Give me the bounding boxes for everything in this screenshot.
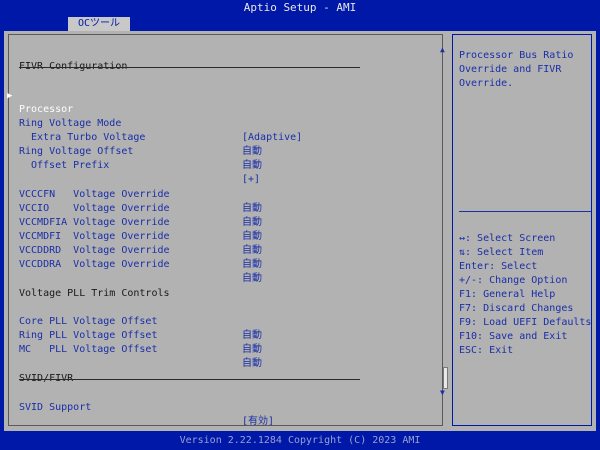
scrollbar[interactable] bbox=[441, 44, 447, 392]
setting-row[interactable]: Ring PLL Voltage Offset 自動 bbox=[9, 315, 349, 355]
key-hint: ESC: Exit bbox=[459, 345, 514, 356]
help-description: Processor Bus Ratio Override and FIVR Ov… bbox=[459, 50, 574, 89]
key-hint: ↔: Select Screen bbox=[459, 233, 556, 244]
setting-row[interactable]: Extra Turbo Voltage 自動 bbox=[9, 117, 349, 157]
section-divider bbox=[19, 67, 360, 68]
setting-row[interactable]: SVID Support [有効] bbox=[9, 387, 349, 427]
setting-row[interactable]: Core PLL Voltage Offset 自動 bbox=[9, 301, 349, 341]
key-hint: ⇅: Select Item bbox=[459, 247, 544, 258]
setting-row[interactable]: MC PLL Voltage Offset 自動 bbox=[9, 329, 349, 369]
setting-row[interactable]: Ring Voltage Mode [Adaptive] bbox=[9, 103, 349, 143]
setting-label: SVID Support bbox=[19, 402, 92, 413]
setting-label: Offset Prefix bbox=[31, 160, 110, 171]
key-hint: +/-: Change Option bbox=[459, 275, 568, 286]
key-hint: F7: Discard Changes bbox=[459, 303, 574, 314]
scrollbar-thumb[interactable] bbox=[443, 367, 448, 389]
setting-row[interactable]: VCCMDFIA Voltage Override 自動 bbox=[9, 202, 349, 242]
setting-value[interactable]: 自動 bbox=[242, 258, 262, 272]
setting-row[interactable]: Ring Voltage Offset 自動 bbox=[9, 131, 349, 171]
setting-row[interactable]: VCCDDRD Voltage Override 自動 bbox=[9, 230, 349, 270]
setting-row[interactable]: VCCIO Voltage Override 自動 bbox=[9, 188, 349, 228]
help-divider bbox=[459, 211, 591, 212]
key-hint: Enter: Select bbox=[459, 261, 538, 272]
key-hint: F1: General Help bbox=[459, 289, 556, 300]
submenu-processor[interactable]: ▶ Processor bbox=[7, 75, 349, 115]
key-hint: F10: Save and Exit bbox=[459, 331, 568, 342]
setting-row[interactable]: VCCMDFI Voltage Override 自動 bbox=[9, 216, 349, 256]
setting-row[interactable]: Offset Prefix [+] bbox=[9, 145, 349, 185]
setting-label: VCCDDRA Voltage Override bbox=[19, 259, 170, 270]
svid-divider bbox=[19, 379, 360, 380]
setting-row[interactable]: VCCCFN Voltage Override 自動 bbox=[9, 174, 349, 214]
arrow-down-icon[interactable]: ▼ bbox=[440, 388, 445, 397]
title-bar: Aptio Setup - AMI bbox=[0, 0, 600, 17]
settings-pane: FIVR Configuration ▶ Processor Ring Volt… bbox=[7, 34, 443, 427]
group-title-pll: Voltage PLL Trim Controls bbox=[9, 273, 349, 299]
setting-row[interactable]: VCCDDRA Voltage Override 自動 bbox=[9, 244, 349, 284]
setting-value[interactable]: 自動 bbox=[242, 343, 262, 357]
content-frame: FIVR Configuration ▶ Processor Ring Volt… bbox=[4, 31, 596, 431]
app-title: Aptio Setup - AMI bbox=[243, 1, 357, 14]
setting-value[interactable]: 自動 bbox=[242, 159, 262, 173]
setting-label: MC PLL Voltage Offset bbox=[19, 344, 158, 355]
footer-version: Version 2.22.1284 Copyright (C) 2023 AMI bbox=[179, 435, 421, 446]
arrow-up-icon[interactable]: ▲ bbox=[440, 45, 445, 54]
key-hint: F9: Load UEFI Defaults bbox=[459, 317, 592, 328]
setting-value[interactable]: [有効] bbox=[242, 415, 274, 429]
tab-oc-tool[interactable]: OCツール bbox=[68, 17, 130, 31]
group-title-svid: SVID/FIVR bbox=[9, 358, 349, 384]
triangle-right-icon: ▶ bbox=[7, 91, 13, 101]
group-title-pll-text: Voltage PLL Trim Controls bbox=[19, 288, 170, 299]
help-pane: Processor Bus Ratio Override and FIVR Ov… bbox=[452, 34, 592, 426]
section-title: FIVR Configuration bbox=[9, 46, 349, 72]
